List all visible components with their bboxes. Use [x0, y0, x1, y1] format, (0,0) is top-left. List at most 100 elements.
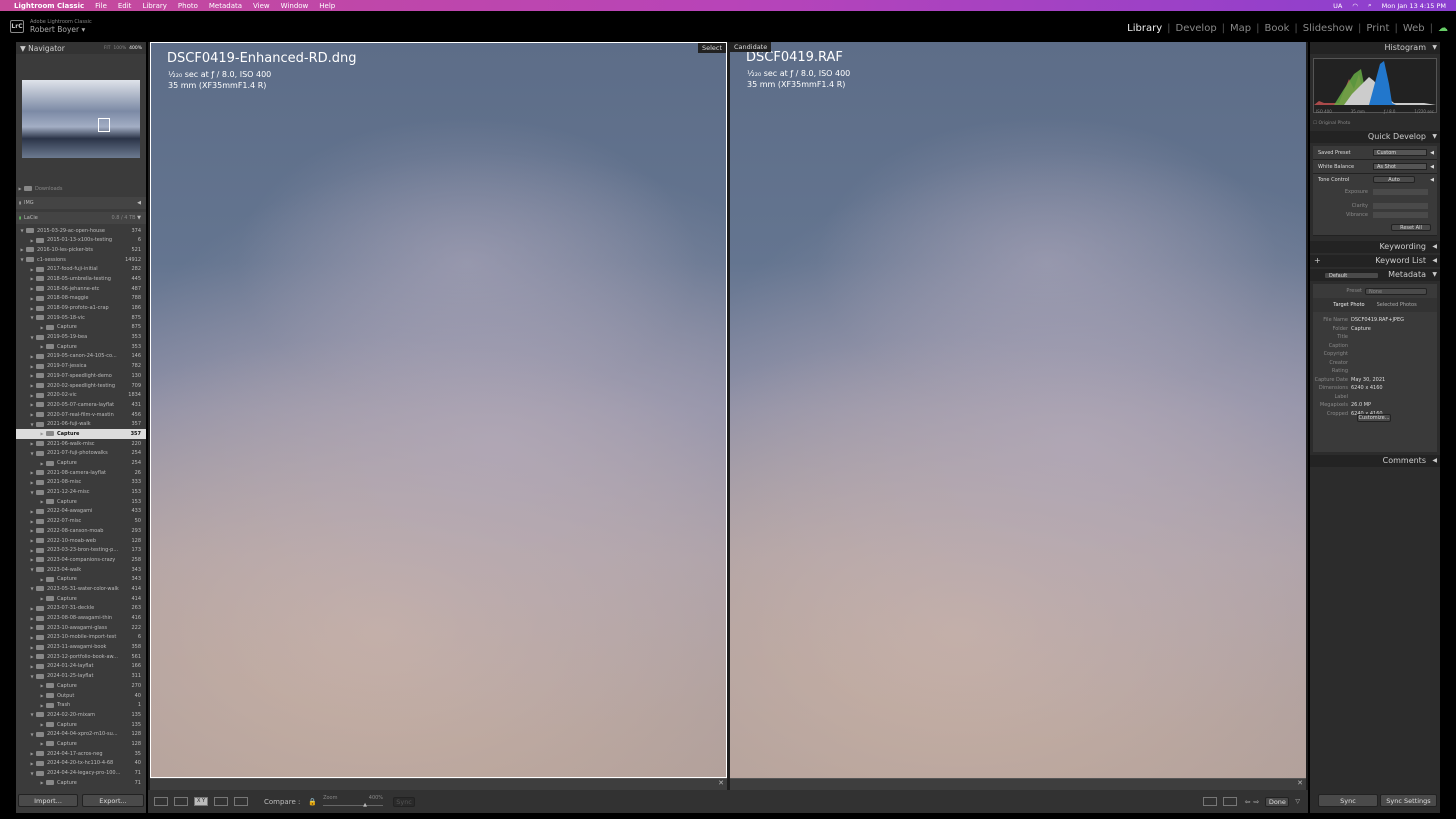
module-book[interactable]: Book — [1265, 23, 1290, 34]
import-button[interactable]: Import... — [18, 794, 78, 807]
folder-row[interactable]: ▶ 2023-10-mobile-import-test 6 — [16, 633, 146, 643]
collapsed-triangle-icon[interactable]: ▶ — [18, 247, 26, 252]
menu-photo[interactable]: Photo — [178, 2, 198, 10]
white-balance-select[interactable]: As Shot — [1373, 163, 1427, 170]
metadata-field[interactable]: Title — [1313, 333, 1437, 342]
folder-row[interactable]: ▶ Capture 153 — [16, 497, 146, 507]
collapsed-triangle-icon[interactable]: ▶ — [28, 761, 36, 766]
folder-row[interactable]: ▶ Capture 135 — [16, 720, 146, 730]
folder-row[interactable]: ▶ 2023-07-31-deckle 263 — [16, 604, 146, 614]
collapsed-triangle-icon[interactable]: ▶ — [38, 683, 46, 688]
folder-row[interactable]: ▶ 2023-08-08-awagami-thin 416 — [16, 613, 146, 623]
expanded-triangle-icon[interactable]: ▼ — [28, 335, 36, 340]
folder-row[interactable]: ▼ 2019-05-19-bea 353 — [16, 332, 146, 342]
menu-file[interactable]: File — [95, 2, 107, 10]
collapsed-triangle-icon[interactable]: ▶ — [28, 354, 36, 359]
module-map[interactable]: Map — [1230, 23, 1251, 34]
collapsed-triangle-icon[interactable]: ▶ — [28, 654, 36, 659]
folder-row[interactable]: ▶ Capture 357 — [16, 429, 146, 439]
keyword-list-header[interactable]: + Keyword List ◀ — [1310, 255, 1440, 267]
collapsed-triangle-icon[interactable]: ▶ — [28, 664, 36, 669]
select-photo[interactable]: DSCF0419-Enhanced-RD.dng ¹⁄₂₂₀ sec at ƒ … — [150, 42, 727, 778]
menu-view[interactable]: View — [253, 2, 270, 10]
folder-row[interactable]: ▼ 2024-01-25-layflat 311 — [16, 671, 146, 681]
folder-row[interactable]: ▶ 2018-06-jehanne-etc 487 — [16, 284, 146, 294]
metadata-set-select[interactable]: Default — [1324, 272, 1379, 279]
expanded-triangle-icon[interactable]: ▼ — [28, 567, 36, 572]
zoom-100[interactable]: 100% — [113, 46, 126, 51]
collapsed-triangle-icon[interactable]: ▶ — [28, 480, 36, 485]
folder-row[interactable]: ▶ 2018-08-maggie 788 — [16, 294, 146, 304]
volume-downloads[interactable]: ▶ Downloads — [16, 184, 146, 194]
folder-row[interactable]: ▶ 2020-07-real-film-v-mastin 456 — [16, 410, 146, 420]
menu-edit[interactable]: Edit — [118, 2, 132, 10]
menu-app[interactable]: Lightroom Classic — [14, 2, 84, 10]
metadata-field[interactable]: Rating — [1313, 367, 1437, 376]
folder-row[interactable]: ▶ 2019-05-canon-24-105-co... 146 — [16, 352, 146, 362]
folder-row[interactable]: ▶ 2024-01-24-layflat 166 — [16, 662, 146, 672]
original-photo-checkbox[interactable]: ☐ Original Photo — [1313, 121, 1350, 126]
folder-row[interactable]: ▶ 2024-04-17-acros-neg 35 — [16, 749, 146, 759]
lock-icon[interactable]: 🔒 — [308, 798, 317, 806]
folder-row[interactable]: ▶ 2021-08-misc 333 — [16, 478, 146, 488]
folder-row[interactable]: ▼ c1-sessions 14912 — [16, 255, 146, 265]
collapsed-triangle-icon[interactable]: ▶ — [28, 751, 36, 756]
collapsed-triangle-icon[interactable]: ▶ — [28, 276, 36, 281]
folder-row[interactable]: ▶ 2023-11-awagami-book 358 — [16, 642, 146, 652]
metadata-field[interactable]: File Name DSCF0419.RAF+JPEG — [1313, 316, 1437, 325]
customize-button[interactable]: Customize... — [1357, 414, 1391, 422]
collapsed-triangle-icon[interactable]: ▶ — [38, 577, 46, 582]
collapsed-triangle-icon[interactable]: ▶ — [38, 325, 46, 330]
collapsed-triangle-icon[interactable]: ▶ — [38, 596, 46, 601]
folder-row[interactable]: ▶ Trash 1 — [16, 700, 146, 710]
clock[interactable]: Mon Jan 13 4:15 PM — [1382, 2, 1446, 10]
folder-row[interactable]: ▶ 2020-02-vic 1834 — [16, 390, 146, 400]
folder-row[interactable]: ▼ 2019-05-18-vic 875 — [16, 313, 146, 323]
module-print[interactable]: Print — [1366, 23, 1389, 34]
folder-row[interactable]: ▶ 2016-10-les-picker-bts 521 — [16, 245, 146, 255]
navigator-preview[interactable] — [22, 80, 140, 158]
folder-row[interactable]: ▼ 2023-05-31-water-color-walk 414 — [16, 584, 146, 594]
sync-button[interactable]: Sync — [1318, 794, 1378, 807]
metadata-field[interactable]: Dimensions 6240 x 4160 — [1313, 384, 1437, 393]
collapsed-triangle-icon[interactable]: ▶ — [28, 548, 36, 553]
collapsed-triangle-icon[interactable]: ▶ — [28, 412, 36, 417]
folder-row[interactable]: ▶ Output 40 — [16, 691, 146, 701]
folder-row[interactable]: ▶ 2015-01-13-x100s-testing 6 — [16, 235, 146, 245]
module-library[interactable]: Library — [1127, 23, 1162, 34]
folder-row[interactable]: ▼ 2015-03-29-ac-open-house 374 — [16, 226, 146, 236]
menu-window[interactable]: Window — [281, 2, 309, 10]
collapsed-triangle-icon[interactable]: ▶ — [28, 238, 36, 243]
expanded-triangle-icon[interactable]: ▼ — [28, 422, 36, 427]
collapsed-triangle-icon[interactable]: ▶ — [28, 286, 36, 291]
user-name[interactable]: Robert Boyer ▾ — [30, 25, 85, 34]
collapsed-triangle-icon[interactable]: ▶ — [28, 383, 36, 388]
collapsed-triangle-icon[interactable]: ▶ — [28, 364, 36, 369]
collapsed-triangle-icon[interactable]: ▶ — [38, 741, 46, 746]
metadata-field[interactable]: Capture Date May 30, 2021 — [1313, 376, 1437, 385]
folder-row[interactable]: ▶ 2018-05-umbrella-testing 445 — [16, 274, 146, 284]
volume-lacie[interactable]: ▮ LaCie 0.8 / 4 TB ▼ — [16, 211, 146, 224]
collapsed-triangle-icon[interactable]: ▶ — [28, 373, 36, 378]
expanded-triangle-icon[interactable]: ▼ — [28, 771, 36, 776]
reset-all-button[interactable]: Reset All — [1391, 224, 1431, 231]
zoom-slider-thumb[interactable]: ▲ — [363, 802, 367, 808]
metadata-field[interactable]: Folder Capture — [1313, 325, 1437, 334]
done-button[interactable]: Done — [1265, 796, 1290, 807]
folder-row[interactable]: ▶ 2023-12-portfolio-book-aw... 561 — [16, 652, 146, 662]
folder-row[interactable]: ▶ 2021-08-camera-layflat 26 — [16, 468, 146, 478]
close-icon[interactable]: ✕ — [1297, 779, 1303, 787]
zoom-slider[interactable]: Zoom 400% ▲ — [323, 795, 384, 809]
folder-row[interactable]: ▶ 2023-04-companions-crazy 258 — [16, 555, 146, 565]
wifi-icon[interactable]: ◠ — [1352, 2, 1358, 10]
collapsed-triangle-icon[interactable]: ▶ — [28, 635, 36, 640]
tab-selected-photos[interactable]: Selected Photos — [1377, 302, 1417, 308]
folder-row[interactable]: ▶ 2019-07-speedlight-demo 130 — [16, 371, 146, 381]
expanded-triangle-icon[interactable]: ▼ — [18, 228, 26, 233]
navigator-header[interactable]: ▼ Navigator FIT 100% 400% — [16, 42, 146, 54]
folder-row[interactable]: ▶ 2018-09-profoto-a1-crap 186 — [16, 303, 146, 313]
expanded-triangle-icon[interactable]: ▼ — [28, 490, 36, 495]
menu-metadata[interactable]: Metadata — [209, 2, 242, 10]
export-button[interactable]: Export... — [82, 794, 144, 807]
input-source[interactable]: UA — [1333, 2, 1342, 10]
